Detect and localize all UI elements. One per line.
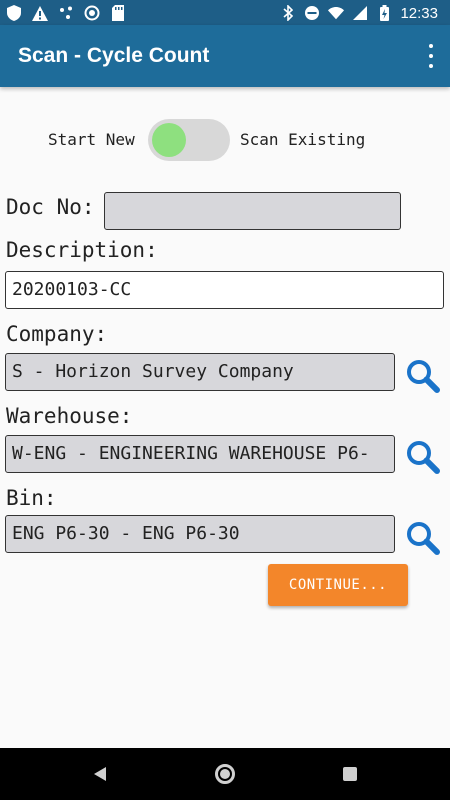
warehouse-search-icon[interactable] [405, 439, 441, 475]
warning-icon [32, 5, 48, 21]
sd-card-icon [110, 5, 126, 21]
home-icon[interactable] [215, 764, 235, 784]
bin-label: Bin: [6, 486, 57, 510]
page-title: Scan - Cycle Count [18, 44, 210, 67]
status-right-icons: 12:33 [280, 3, 438, 23]
back-icon[interactable] [92, 766, 108, 782]
shield-icon [6, 5, 22, 21]
wifi-icon [328, 5, 345, 21]
doc-no-label: Doc No: [6, 195, 95, 219]
status-bar: 12:33 [0, 0, 450, 25]
mode-toggle-row: Start New Scan Existing [0, 118, 450, 162]
company-search-icon[interactable] [405, 358, 441, 394]
battery-charging-icon [376, 5, 392, 21]
bin-field[interactable]: ENG P6-30 - ENG P6-30 [5, 515, 395, 553]
description-field[interactable]: 20200103-CC [5, 271, 444, 309]
cellular-icon [352, 5, 368, 21]
company-field[interactable]: S - Horizon Survey Company [5, 353, 395, 391]
recents-icon[interactable] [343, 767, 357, 781]
toggle-label-start-new: Start New [48, 130, 135, 149]
do-not-disturb-icon [304, 5, 320, 21]
more-vert-icon[interactable] [426, 44, 436, 68]
system-nav-bar [0, 748, 450, 800]
company-label: Company: [6, 322, 108, 346]
continue-button[interactable]: CONTINUE... [268, 564, 408, 606]
toggle-thumb[interactable] [152, 123, 186, 157]
share-network-icon [58, 5, 74, 21]
status-time: 12:33 [400, 4, 438, 22]
warehouse-field[interactable]: W-ENG - ENGINEERING WAREHOUSE P6- [5, 435, 395, 473]
toggle-label-scan-existing: Scan Existing [240, 130, 366, 149]
description-label: Description: [6, 238, 158, 262]
status-left-icons [6, 3, 126, 23]
data-saver-icon [84, 5, 100, 21]
app-bar: Scan - Cycle Count [0, 25, 450, 87]
warehouse-label: Warehouse: [6, 404, 133, 428]
bluetooth-icon [280, 5, 296, 21]
bin-search-icon[interactable] [405, 520, 441, 556]
doc-no-field[interactable] [104, 192, 401, 230]
